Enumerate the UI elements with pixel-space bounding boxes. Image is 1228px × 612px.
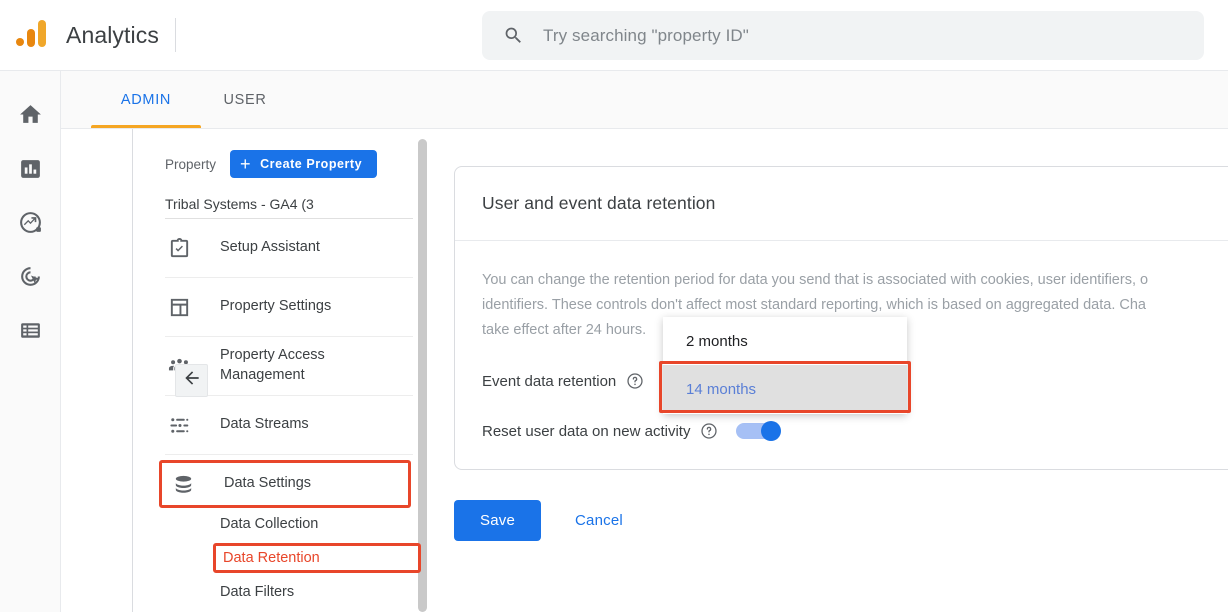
brand-name: Analytics	[66, 21, 159, 48]
rail-item-explore[interactable]	[8, 203, 52, 247]
reset-user-data-row: Reset user data on new activity	[482, 419, 1228, 443]
nav-item-data-settings[interactable]: Data Settings	[159, 460, 411, 508]
brand-divider	[174, 18, 176, 52]
help-circle-icon[interactable]	[626, 372, 644, 390]
back-button[interactable]	[175, 364, 208, 397]
nav-scrollbar[interactable]	[418, 139, 427, 612]
google-analytics-logo-icon	[14, 16, 52, 54]
nav-item-setup-assistant[interactable]: Setup Assistant	[165, 219, 413, 278]
rail-item-reports[interactable]	[8, 149, 52, 193]
nav-subitem-data-retention[interactable]: Data Retention	[213, 543, 421, 573]
nav-subitem-data-filters-label: Data Filters	[220, 584, 295, 600]
search-input[interactable]: Try searching "property ID"	[482, 11, 1204, 60]
analytics-admin-screen: Analytics Try searching "property ID" AD…	[0, 0, 1228, 612]
dropdown-option-14-months-label: 14 months	[686, 380, 757, 398]
property-name: Tribal Systems - GA4 (3	[165, 195, 314, 212]
reset-user-data-toggle[interactable]	[736, 421, 782, 441]
toggle-knob	[761, 421, 782, 441]
admin-nav-panel: Property + Create Property Tribal System…	[61, 129, 429, 612]
configure-list-icon	[18, 318, 43, 348]
page-title: User and event data retention	[482, 193, 716, 213]
layout-panel-icon	[168, 296, 202, 319]
nav-subitem-data-collection[interactable]: Data Collection	[165, 508, 413, 540]
dropdown-option-2-months-label: 2 months	[686, 332, 748, 350]
event-data-retention-label: Event data retention	[482, 372, 617, 390]
tab-strip: ADMIN USER	[61, 71, 1228, 129]
search-icon	[503, 25, 524, 46]
property-label: Property	[165, 156, 217, 172]
tab-user[interactable]: USER	[201, 72, 289, 128]
tab-admin[interactable]: ADMIN	[91, 72, 201, 128]
nav-item-setup-assistant-label: Setup Assistant	[220, 239, 320, 256]
search-bar[interactable]: Try searching "property ID"	[482, 11, 1204, 60]
tab-user-label: USER	[223, 92, 267, 108]
rail-item-advertising[interactable]	[8, 257, 52, 301]
clipboard-check-icon	[168, 237, 202, 260]
nav-item-property-settings[interactable]: Property Settings	[165, 278, 413, 337]
data-streams-icon	[168, 414, 202, 437]
nav-item-property-access-management-label: Property Access Management	[220, 347, 325, 383]
arrow-left-icon	[182, 368, 202, 393]
dropdown-option-2-months[interactable]: 2 months	[663, 317, 907, 365]
left-rail	[0, 71, 61, 612]
reset-user-data-label: Reset user data on new activity	[482, 422, 691, 440]
property-selector[interactable]: Tribal Systems - GA4 (3	[165, 189, 413, 219]
nav-item-data-streams[interactable]: Data Streams	[165, 396, 413, 455]
home-icon	[18, 102, 43, 132]
plus-icon: +	[240, 154, 252, 174]
nav-item-data-settings-label: Data Settings	[224, 475, 312, 492]
nav-item-data-streams-label: Data Streams	[220, 416, 309, 433]
dropdown-option-14-months[interactable]: 14 months	[663, 365, 907, 413]
nav-item-property-settings-label: Property Settings	[220, 298, 332, 315]
nav-subitem-data-retention-label: Data Retention	[223, 550, 320, 566]
nav-subitem-data-filters[interactable]: Data Filters	[165, 576, 413, 608]
save-button[interactable]: Save	[454, 500, 541, 541]
top-bar: Analytics Try searching "property ID"	[0, 0, 1228, 71]
cancel-button[interactable]: Cancel	[563, 502, 635, 539]
rail-item-home[interactable]	[8, 95, 52, 139]
create-property-button[interactable]: + Create Property	[230, 150, 378, 178]
rail-item-configure[interactable]	[8, 311, 52, 355]
search-placeholder: Try searching "property ID"	[543, 25, 749, 45]
property-header-row: Property + Create Property	[165, 147, 418, 181]
reports-bar-chart-icon	[18, 156, 43, 186]
form-actions: Save Cancel	[454, 500, 635, 541]
create-property-label: Create Property	[260, 157, 363, 171]
database-stack-icon	[172, 473, 206, 496]
help-circle-icon[interactable]	[700, 422, 718, 440]
event-data-retention-dropdown[interactable]: 2 months 14 months	[663, 317, 907, 414]
advertising-target-icon	[18, 264, 43, 294]
tab-admin-label: ADMIN	[120, 92, 172, 108]
nav-divider-line	[132, 129, 133, 612]
explore-trending-icon	[18, 210, 43, 240]
nav-subitem-data-collection-label: Data Collection	[220, 516, 319, 532]
card-header: User and event data retention	[455, 167, 1228, 241]
